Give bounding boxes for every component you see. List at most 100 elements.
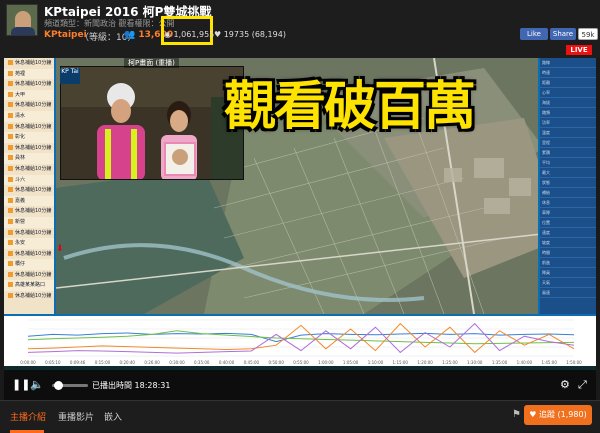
heart-icon: ♥ <box>529 410 537 419</box>
stats-row: 休息 <box>540 198 596 208</box>
route-checkpoint-list: 休息補給10分鐘 苑裡 休息補給10分鐘 大甲 休息補給10分鐘 清水 休息補給… <box>4 58 56 314</box>
checkpoint-item: 嘉義 <box>4 195 54 207</box>
stats-row: 溫度 <box>540 128 596 138</box>
stats-row: 車隊 <box>540 208 596 218</box>
likes-count: ♥ 19735 (68,194) <box>214 30 286 39</box>
chart-x-tick-label: 1:30:00 <box>467 360 483 365</box>
checkpoint-item: 高雄某某路口 <box>4 280 54 292</box>
checkpoint-icon <box>8 261 13 267</box>
headline-overlay: 觀看破百萬 <box>224 77 476 137</box>
inset-channel-tag: KP Tai <box>60 68 80 84</box>
checkpoint-item: 休息補給10分鐘 <box>4 185 54 196</box>
stats-row: 累積 <box>540 148 596 158</box>
chart-x-tick-label: 1:40:00 <box>517 360 533 365</box>
checkpoint-label: 清水 <box>15 112 26 119</box>
pause-icon[interactable]: ❚❚ <box>12 378 30 391</box>
live-badge: LIVE <box>566 45 592 55</box>
report-flag-icon[interactable]: ⚑ <box>512 409 521 420</box>
stats-row: 速度 <box>540 228 596 238</box>
stats-row: 時速 <box>540 68 596 78</box>
chart-x-tick-label: 0:55:00 <box>293 360 309 365</box>
views-value: 1,061,955 <box>173 30 215 39</box>
chart-x-tick-label: 0:26:00 <box>144 360 160 365</box>
chart-x-tick-label: 0:40:00 <box>219 360 235 365</box>
checkpoint-label: 橋仔 <box>15 261 26 268</box>
checkpoint-item: 員林 <box>4 153 54 164</box>
avatar-shirt <box>11 27 35 35</box>
stats-row: 平均 <box>540 158 596 168</box>
chart-x-tick-label: 0:50:00 <box>268 360 284 365</box>
stats-row: 隊員 <box>540 268 596 278</box>
camera-inset-graphic <box>61 67 243 179</box>
tab-host-intro[interactable]: 主播介紹 <box>10 410 46 423</box>
stats-row: 距離 <box>540 78 596 88</box>
facebook-share-count: 59k <box>578 28 598 40</box>
chart-x-tick-label: 0:45:00 <box>244 360 260 365</box>
chart-x-tick-label: 0:35:00 <box>194 360 210 365</box>
heart-icon: ♥ <box>214 30 222 39</box>
stats-row: 位置 <box>540 218 596 228</box>
checkpoint-label: 彰化 <box>15 134 26 141</box>
player-controls: ❚❚ 🔈 已播出時間 18:28:31 ⚙ ⤢ <box>4 370 596 400</box>
checkpoint-item: 永安 <box>4 238 54 249</box>
checkpoint-item: 新營 <box>4 216 54 228</box>
checkpoint-icon <box>8 165 13 171</box>
checkpoint-icon <box>8 271 13 277</box>
stats-row: 狀態 <box>540 178 596 188</box>
stats-row: 天氣 <box>540 278 596 288</box>
checkpoint-label: 休息補給10分鐘 <box>15 250 52 257</box>
volume-slider-handle[interactable] <box>54 381 63 390</box>
checkpoint-icon <box>8 60 13 65</box>
facebook-like-button[interactable]: Like <box>520 28 548 40</box>
checkpoint-item: 苑裡 <box>4 68 54 80</box>
checkpoint-icon <box>8 91 13 97</box>
checkpoint-label: 休息補給10分鐘 <box>15 102 52 109</box>
checkpoint-item: 休息補給10分鐘 <box>4 270 54 281</box>
chart-x-tick-label: 1:10:00 <box>368 360 384 365</box>
chart-x-tick-label: 0:30:00 <box>169 360 185 365</box>
checkpoint-item: 休息補給10分鐘 <box>4 100 54 111</box>
chart-x-tick-label: 1:50:00 <box>566 360 582 365</box>
checkpoint-label: 苑裡 <box>15 70 26 77</box>
checkpoint-label: 員林 <box>15 155 26 162</box>
stats-row: 功率 <box>540 118 596 128</box>
checkpoint-icon <box>8 240 13 246</box>
stats-row: 補給 <box>540 188 596 198</box>
stats-row: 踏頻 <box>540 108 596 118</box>
settings-gear-icon[interactable]: ⚙ <box>560 378 570 391</box>
checkpoint-icon <box>8 102 13 108</box>
checkpoint-item: 休息補給10分鐘 <box>4 164 54 175</box>
checkpoint-icon <box>8 176 13 182</box>
checkpoint-icon <box>8 293 13 299</box>
checkpoint-item: 清水 <box>4 110 54 122</box>
checkpoint-icon <box>8 123 13 129</box>
facebook-share-button[interactable]: Share <box>550 28 576 40</box>
checkpoint-icon <box>8 112 13 118</box>
avatar[interactable] <box>6 4 38 36</box>
checkpoint-label: 休息補給10分鐘 <box>15 229 52 236</box>
video-player[interactable]: 休息補給10分鐘 苑裡 休息補給10分鐘 大甲 休息補給10分鐘 清水 休息補給… <box>4 58 596 370</box>
chart-x-tick-label: 0:20:40 <box>120 360 136 365</box>
checkpoint-icon <box>8 229 13 235</box>
checkpoint-icon <box>8 187 13 193</box>
stats-row: 前進 <box>540 258 596 268</box>
checkpoint-icon <box>8 218 13 224</box>
checkpoint-label: 休息補給10分鐘 <box>15 208 52 215</box>
follow-button[interactable]: ♥ 追蹤 (1,980) <box>524 405 592 425</box>
volume-icon[interactable]: 🔈 <box>30 378 44 391</box>
checkpoint-icon <box>8 81 13 87</box>
checkpoint-label: 休息補給10分鐘 <box>15 271 52 278</box>
current-position-arrow-icon: ⬇ <box>56 244 64 254</box>
tab-replay-videos[interactable]: 重播影片 <box>58 410 94 423</box>
fullscreen-icon[interactable]: ⤢ <box>578 378 587 392</box>
checkpoint-label: 大甲 <box>15 91 26 98</box>
checkpoint-item: 休息補給10分鐘 <box>4 143 54 154</box>
checkpoint-item: 休息補給10分鐘 <box>4 79 54 90</box>
checkpoint-label: 休息補給10分鐘 <box>15 123 52 130</box>
follow-button-label: 追蹤 (1,980) <box>539 410 587 419</box>
telemetry-chart: 0:00:00 0:05:10 0:09:46 0:15:00 0:20:40 0:26:… <box>4 314 596 366</box>
tab-embed[interactable]: 嵌入 <box>104 410 122 423</box>
channel-meta: 頻道類型：新聞政治 觀看權限：公開 <box>44 19 175 28</box>
checkpoint-label: 嘉義 <box>15 197 26 204</box>
chart-x-tick-label: 1:15:00 <box>393 360 409 365</box>
